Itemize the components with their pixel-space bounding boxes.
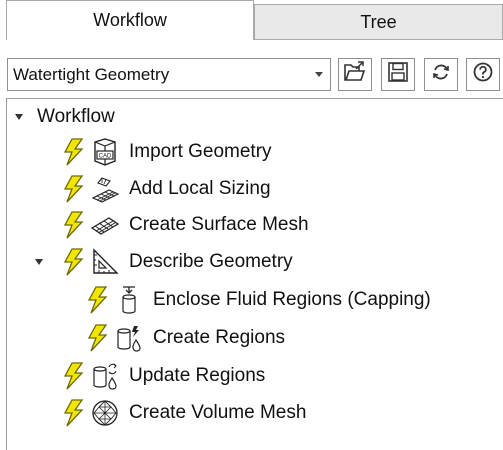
tree-item-label: Add Local Sizing [129,178,271,199]
help-icon [472,61,494,88]
open-folder-button[interactable] [338,58,372,91]
tab-bar: Workflow Tree [0,0,503,40]
update-regions-icon [89,360,121,392]
tree-root[interactable]: Workflow [13,100,115,134]
lightning-bolt-icon [61,174,87,204]
cad-import-icon: CAD [89,136,121,168]
surface-mesh-icon [89,209,121,241]
lightning-bolt-icon [61,247,87,277]
tree-item-label: Enclose Fluid Regions (Capping) [153,289,431,310]
tree-item-label: Update Regions [129,365,266,386]
tab-divider [254,39,503,40]
expand-arrow-icon[interactable] [13,111,25,123]
tree-root-label: Workflow [37,106,115,127]
open-folder-icon [343,61,367,88]
tree-item-create-surface-mesh[interactable]: Create Surface Mesh [61,208,309,242]
workflow-select[interactable]: Watertight Geometry [7,58,331,91]
tree-item-create-regions[interactable]: Create Regions [85,321,285,355]
help-button[interactable] [466,58,500,91]
tab-tree[interactable]: Tree [254,4,503,40]
workflow-tree: Workflow CAD Import Geometry Add Local S… [6,98,503,450]
lightning-bolt-icon [61,137,87,167]
tree-item-add-local-sizing[interactable]: Add Local Sizing [61,172,271,206]
chevron-down-icon[interactable] [308,59,330,90]
refresh-icon [430,61,452,88]
tree-item-create-volume-mesh[interactable]: Create Volume Mesh [61,396,306,430]
local-sizing-icon [89,173,121,205]
lightning-bolt-icon [85,285,111,315]
refresh-button[interactable] [424,58,458,91]
lightning-bolt-icon [61,398,87,428]
tree-item-describe-geometry[interactable]: Describe Geometry [33,245,293,279]
svg-text:CAD: CAD [99,154,112,160]
save-icon [387,61,409,88]
workflow-select-value: Watertight Geometry [13,64,170,84]
capping-icon [113,284,145,316]
volume-mesh-icon [89,397,121,429]
describe-geometry-icon [89,246,121,278]
tab-workflow[interactable]: Workflow [6,0,254,40]
create-regions-icon [113,322,145,354]
expand-arrow-icon[interactable] [33,256,45,268]
tree-item-label: Create Volume Mesh [129,402,307,423]
tree-item-label: Create Surface Mesh [129,214,309,235]
lightning-bolt-icon [61,210,87,240]
lightning-bolt-icon [61,361,87,391]
tree-item-label: Create Regions [153,327,286,348]
tree-item-label: Describe Geometry [129,251,293,272]
lightning-bolt-icon [85,323,111,353]
save-button[interactable] [381,58,415,91]
tree-item-enclose-fluid-regions[interactable]: Enclose Fluid Regions (Capping) [85,283,431,317]
tree-item-import-geometry[interactable]: CAD Import Geometry [61,135,272,169]
tree-item-update-regions[interactable]: Update Regions [61,359,265,393]
tree-item-label: Import Geometry [129,141,272,162]
